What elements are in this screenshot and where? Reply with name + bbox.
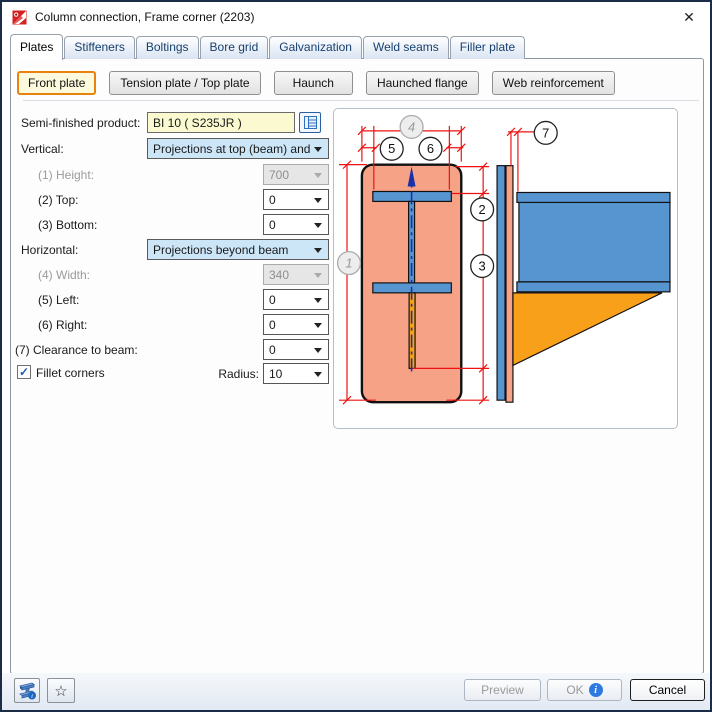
marker-2: 2 (479, 202, 486, 217)
cancel-button-label: Cancel (648, 683, 687, 697)
plate-type-button-row: Front plate Tension plate / Top plate Ha… (17, 71, 615, 95)
tab-plates[interactable]: Plates (10, 34, 64, 60)
clearance-value: 0 (269, 343, 276, 357)
horizontal-dropdown[interactable]: Projections beyond beam (147, 239, 329, 260)
tab-galvanization[interactable]: Galvanization (269, 36, 362, 59)
marker-7: 7 (542, 125, 549, 140)
front-plate-button[interactable]: Front plate (17, 71, 97, 95)
preview-button-label: Preview (481, 683, 524, 697)
ok-button-label: OK (566, 683, 584, 697)
tab-boltings[interactable]: Boltings (135, 36, 199, 59)
title-bar: Column connection, Frame corner (2203) ✕ (2, 2, 710, 32)
left-label: (5) Left: (38, 293, 80, 307)
chevron-down-icon (314, 298, 322, 303)
svg-text:i: i (31, 693, 33, 700)
tension-plate-button[interactable]: Tension plate / Top plate (109, 71, 261, 95)
footer-bar: i ☆ Preview OK i Cancel (2, 673, 710, 710)
horizontal-label: Horizontal: (21, 243, 79, 257)
marker-1: 1 (345, 256, 352, 271)
info-icon: i (588, 683, 603, 697)
haunch-side (512, 292, 663, 367)
tab-bore-grid[interactable]: Bore grid (199, 36, 269, 59)
product-table-button[interactable] (299, 112, 321, 133)
haunch-button[interactable]: Haunch (273, 71, 353, 95)
top-label: (2) Top: (38, 193, 79, 207)
semi-finished-label: Semi-finished product: (21, 116, 141, 130)
left-value: 0 (269, 293, 276, 307)
chevron-down-icon (314, 248, 322, 253)
marker-5: 5 (388, 141, 395, 156)
clearance-input[interactable]: 0 (263, 339, 329, 360)
vertical-dropdown-value: Projections at top (beam) and (153, 142, 311, 156)
clearance-label: (7) Clearance to beam: (15, 343, 138, 357)
chevron-down-icon (314, 323, 322, 328)
bottom-label: (3) Bottom: (38, 218, 98, 232)
column-flange-side (496, 165, 506, 401)
web-reinforcement-button[interactable]: Web reinforcement (491, 71, 615, 95)
beam-top-flange-side (516, 191, 671, 204)
tab-strip: Plates Stiffeners Boltings Bore grid Gal… (10, 34, 526, 60)
left-input[interactable]: 0 (263, 289, 329, 310)
marker-6: 6 (427, 141, 434, 156)
chevron-down-icon (314, 273, 322, 278)
star-icon: ☆ (54, 682, 68, 700)
right-input[interactable]: 0 (263, 314, 329, 335)
bottom-value: 0 (269, 218, 276, 232)
chevron-down-icon (314, 198, 322, 203)
radius-label: Radius: (218, 367, 259, 381)
beam-3d-icon: i (19, 682, 36, 700)
top-input[interactable]: 0 (263, 189, 329, 210)
radius-input[interactable]: 10 (263, 363, 329, 384)
width-label: (4) Width: (38, 268, 91, 282)
height-input: 700 (263, 164, 329, 185)
favorites-button[interactable]: ☆ (47, 678, 75, 703)
right-label: (6) Right: (38, 318, 88, 332)
fillet-corners-checkbox[interactable]: ✓ (17, 365, 31, 379)
marker-4: 4 (408, 119, 415, 134)
plates-tab-page: Front plate Tension plate / Top plate Ha… (10, 58, 704, 675)
chevron-down-icon (314, 223, 322, 228)
chevron-down-icon (314, 173, 322, 178)
diagram-panel: 1 4 5 6 2 3 7 (333, 108, 678, 429)
connection-diagram: 1 4 5 6 2 3 7 (336, 114, 671, 405)
front-plate-side (505, 165, 514, 403)
top-value: 0 (269, 193, 276, 207)
dialog-window: Column connection, Frame corner (2203) ✕… (0, 0, 712, 712)
fillet-corners-label: Fillet corners (36, 366, 105, 380)
preview-button[interactable]: Preview (464, 679, 541, 701)
tab-stiffeners[interactable]: Stiffeners (64, 36, 135, 59)
cancel-button[interactable]: Cancel (630, 679, 705, 701)
right-value: 0 (269, 318, 276, 332)
horizontal-dropdown-value: Projections beyond beam (153, 243, 289, 257)
width-value: 340 (269, 268, 290, 282)
beam-bottom-flange-side (516, 281, 671, 293)
semi-finished-field[interactable]: BI 10 ( S235JR ) (147, 112, 295, 133)
window-title: Column connection, Frame corner (2203) (35, 10, 255, 24)
table-icon (303, 116, 317, 129)
height-label: (1) Height: (38, 168, 95, 182)
bottom-input[interactable]: 0 (263, 214, 329, 235)
beam-web-side (518, 201, 671, 283)
chevron-down-icon (314, 147, 322, 152)
close-icon[interactable]: ✕ (680, 8, 698, 26)
model-info-button[interactable]: i (14, 678, 40, 703)
chevron-down-icon (314, 348, 322, 353)
radius-value: 10 (269, 367, 283, 381)
chevron-down-icon (314, 372, 322, 377)
app-icon (12, 10, 27, 24)
marker-3: 3 (479, 258, 486, 273)
vertical-label: Vertical: (21, 142, 64, 156)
tab-filler-plate[interactable]: Filler plate (449, 36, 526, 59)
tab-weld-seams[interactable]: Weld seams (362, 36, 449, 59)
vertical-dropdown[interactable]: Projections at top (beam) and (147, 138, 329, 159)
haunched-flange-button[interactable]: Haunched flange (365, 71, 479, 95)
group-separator (23, 100, 699, 101)
ok-button[interactable]: OK i (547, 679, 622, 701)
width-input: 340 (263, 264, 329, 285)
height-value: 700 (269, 168, 290, 182)
